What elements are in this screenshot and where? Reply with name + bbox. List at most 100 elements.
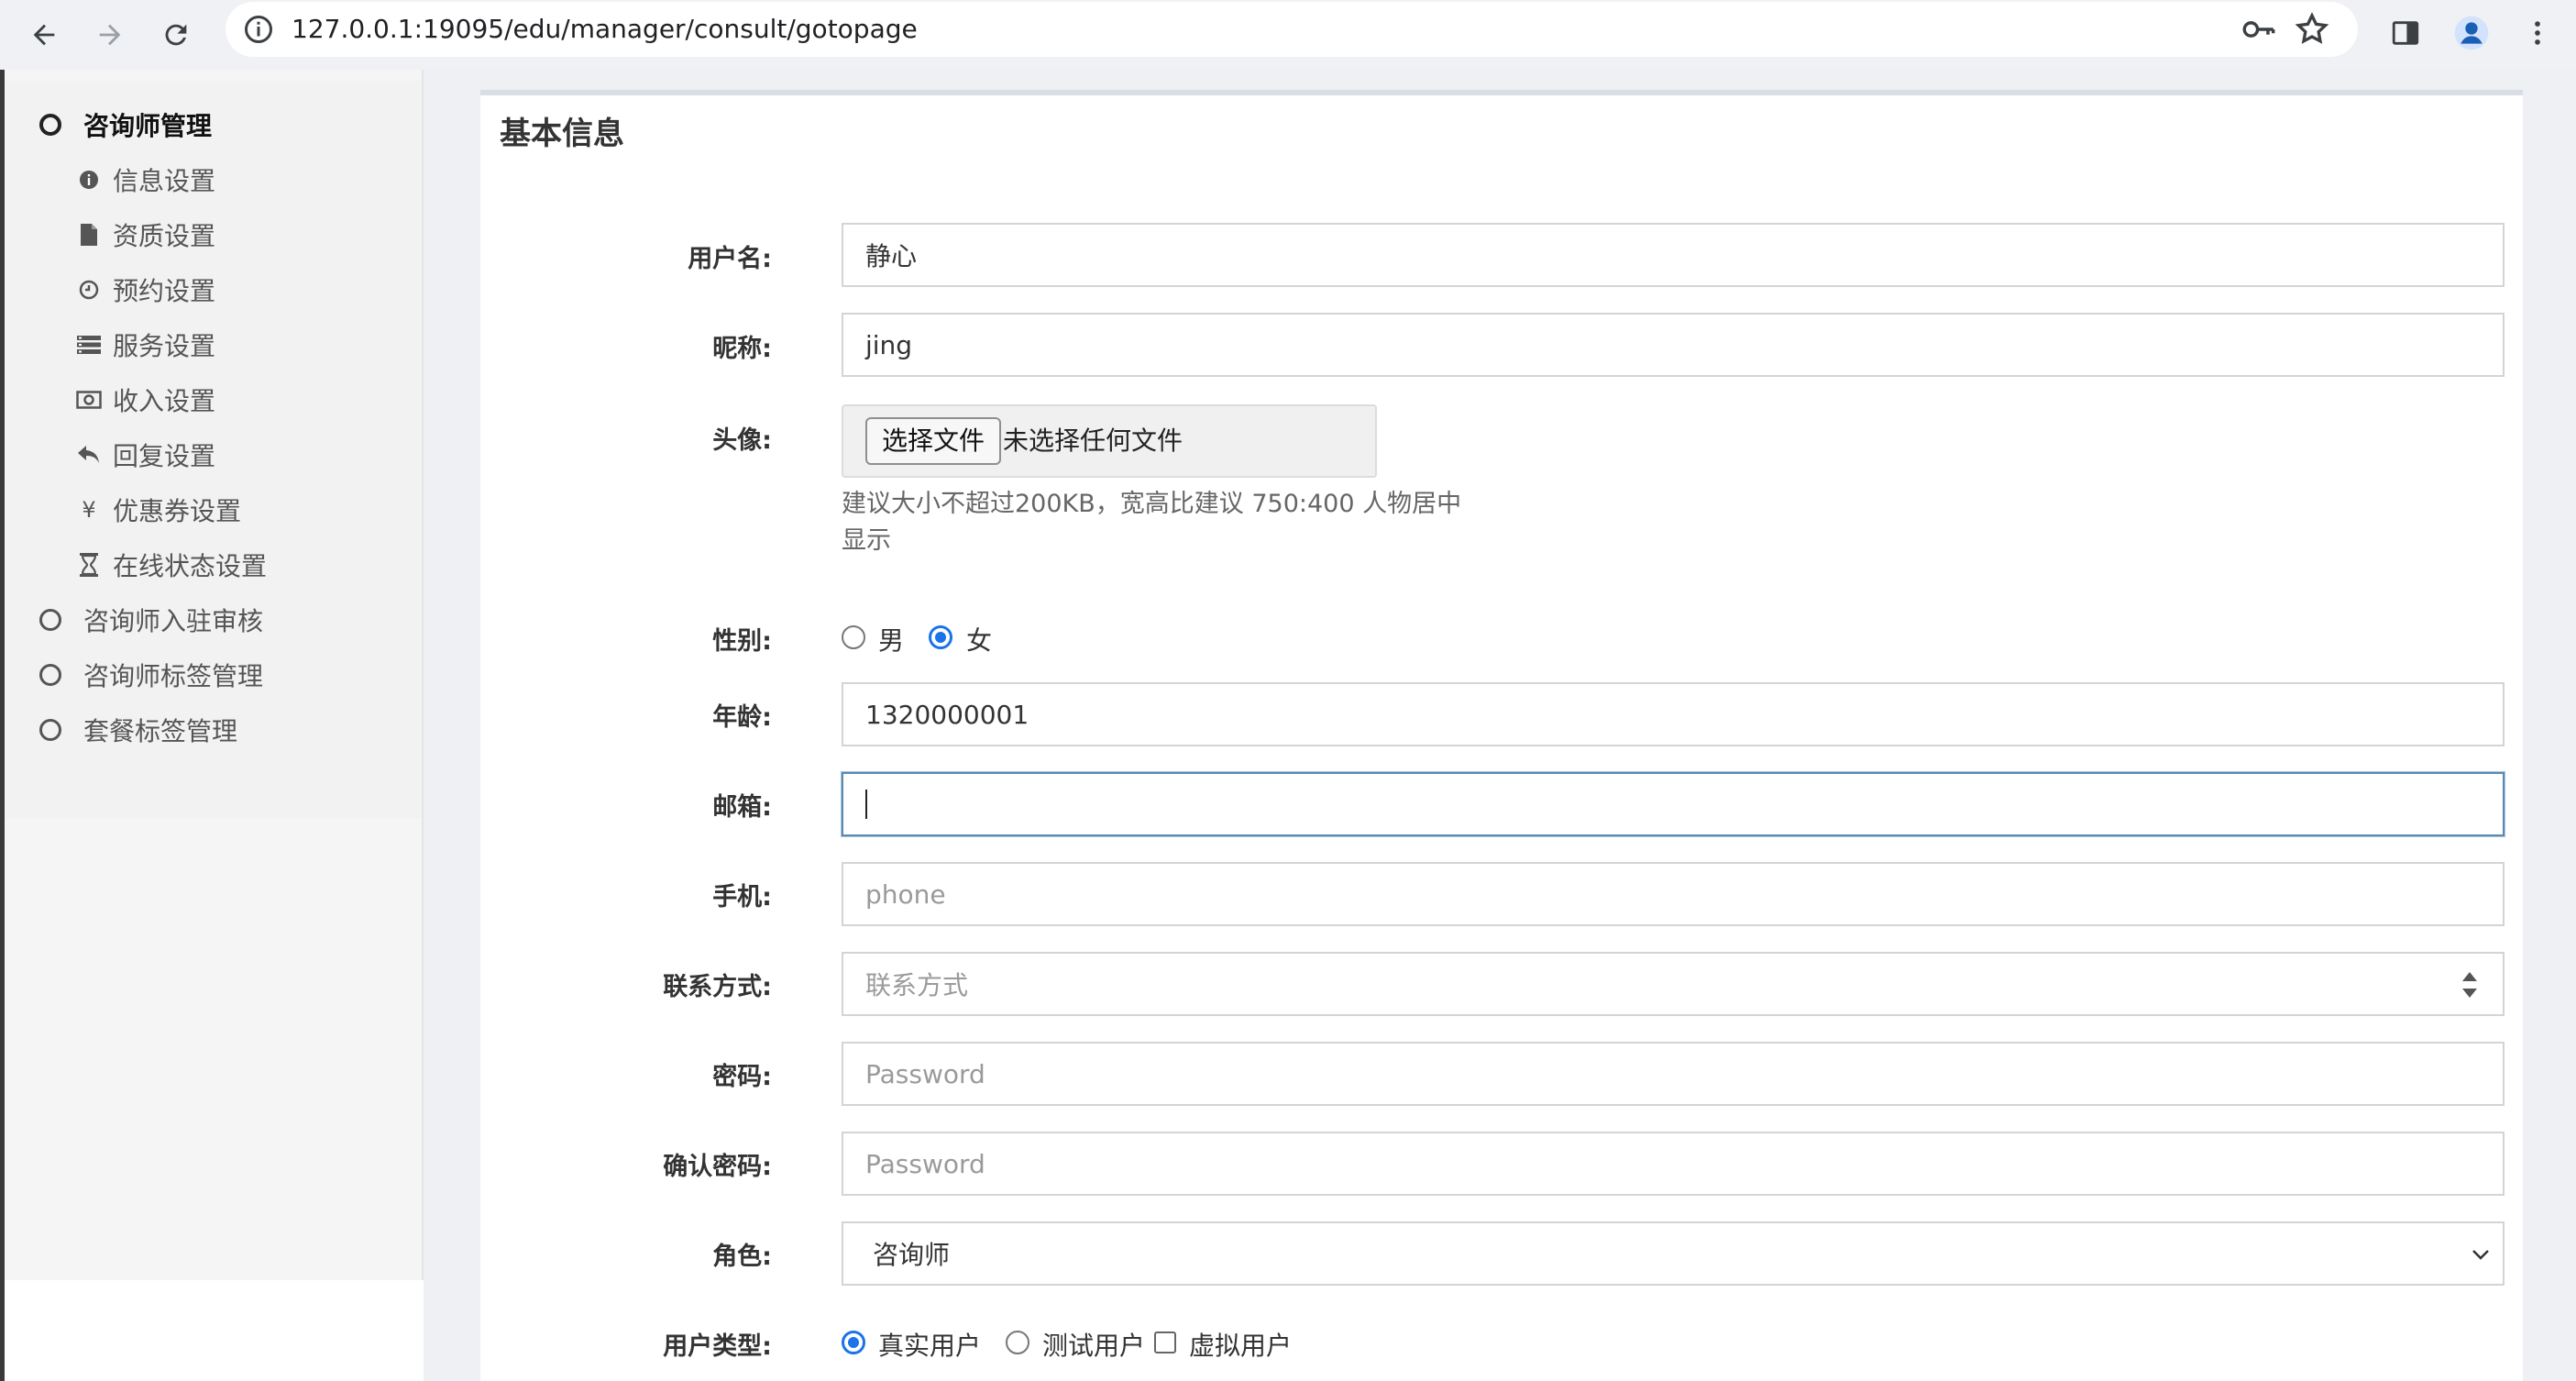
reply-icon xyxy=(76,442,102,468)
sidebar-section-label: 咨询师管理 xyxy=(83,111,213,141)
document-icon xyxy=(76,222,102,248)
side-panel-button[interactable] xyxy=(2382,9,2429,57)
sidebar-item-service-settings[interactable]: 服务设置 xyxy=(5,317,424,372)
text-caret xyxy=(865,790,867,819)
info-icon xyxy=(76,167,102,193)
user-type-virtual-label[interactable]: 虚拟用户 xyxy=(1189,1326,1292,1363)
confirm-password-field[interactable]: Password xyxy=(842,1132,2504,1196)
money-icon xyxy=(76,387,102,413)
user-type-label: 用户类型: xyxy=(663,1332,772,1361)
key-icon[interactable] xyxy=(2240,13,2277,46)
sidebar-item-reply-settings[interactable]: 回复设置 xyxy=(5,427,424,482)
star-icon[interactable] xyxy=(2294,11,2330,48)
nickname-field[interactable]: jing xyxy=(842,313,2504,377)
more-menu-button[interactable] xyxy=(2514,9,2561,57)
clock-icon xyxy=(76,277,102,303)
role-select[interactable]: 咨询师 xyxy=(842,1221,2504,1286)
side-panel-icon xyxy=(2392,21,2419,45)
sidebar-section-package-tags[interactable]: 套餐标签管理 xyxy=(5,702,424,757)
sidebar-item-label: 回复设置 xyxy=(113,441,216,471)
more-icon xyxy=(2535,21,2540,45)
user-type-real-radio[interactable] xyxy=(842,1331,865,1354)
username-label: 用户名: xyxy=(688,245,772,273)
email-field[interactable] xyxy=(842,772,2504,836)
number-spinner-icon[interactable] xyxy=(2459,970,2481,1000)
back-arrow-icon xyxy=(33,24,55,46)
sidebar-footer-area xyxy=(5,1280,424,1381)
sidebar-section-consultant-review[interactable]: 咨询师入驻审核 xyxy=(5,592,424,647)
forward-arrow-icon xyxy=(99,24,121,46)
file-status-text: 未选择任何文件 xyxy=(1003,425,1183,456)
username-field[interactable]: 静心 xyxy=(842,223,2504,287)
age-label: 年龄: xyxy=(712,703,772,732)
role-label: 角色: xyxy=(712,1243,772,1271)
confirm-password-label: 确认密码: xyxy=(663,1153,772,1181)
sidebar-item-appointment-settings[interactable]: 预约设置 xyxy=(5,262,424,317)
choose-file-button[interactable]: 选择文件 xyxy=(865,417,1002,465)
user-type-real-label[interactable]: 真实用户 xyxy=(878,1326,981,1363)
reload-button[interactable] xyxy=(152,11,200,59)
sidebar-section-label: 套餐标签管理 xyxy=(83,716,238,746)
password-label: 密码: xyxy=(712,1063,772,1091)
contact-placeholder: 联系方式 xyxy=(865,970,969,1000)
sidebar-menu: 咨询师管理 信息设置 资质设置 预约设置 服务设置 收入设置 回复设置 ¥ 优惠… xyxy=(5,81,424,818)
avatar-label: 头像: xyxy=(712,426,772,455)
circle-icon xyxy=(39,609,61,631)
gender-female-label[interactable]: 女 xyxy=(966,621,992,657)
chevron-down-icon xyxy=(2472,1250,2489,1260)
sidebar-section-label: 咨询师标签管理 xyxy=(83,661,264,691)
user-type-test-radio[interactable] xyxy=(1006,1331,1029,1354)
sidebar-item-qualification-settings[interactable]: 资质设置 xyxy=(5,207,424,262)
gender-male-label[interactable]: 男 xyxy=(878,621,904,657)
sidebar-section-label: 咨询师入驻审核 xyxy=(83,606,264,636)
nickname-label: 昵称: xyxy=(712,335,772,363)
avatar-hint: 建议大小不超过200KB，宽高比建议 750:400 人物居中 显示 xyxy=(842,486,1483,559)
sidebar-item-label: 资质设置 xyxy=(113,221,216,251)
avatar-hint-line: 显示 xyxy=(842,526,891,555)
sidebar: 咨询师管理 信息设置 资质设置 预约设置 服务设置 收入设置 回复设置 ¥ 优惠… xyxy=(5,70,424,1280)
yen-icon: ¥ xyxy=(82,497,96,523)
sidebar-section-consultant-tags[interactable]: 咨询师标签管理 xyxy=(5,647,424,702)
sidebar-item-label: 优惠券设置 xyxy=(113,496,242,526)
gender-male-radio[interactable] xyxy=(842,625,865,649)
gender-female-radio[interactable] xyxy=(929,625,952,649)
site-info-icon[interactable] xyxy=(242,13,275,46)
circle-icon xyxy=(39,114,61,136)
user-type-test-label[interactable]: 测试用户 xyxy=(1042,1326,1145,1363)
reload-icon xyxy=(165,24,187,46)
sidebar-item-info-settings[interactable]: 信息设置 xyxy=(5,152,424,207)
sidebar-item-label: 预约设置 xyxy=(113,276,216,306)
sidebar-item-online-status-settings[interactable]: 在线状态设置 xyxy=(5,537,424,592)
browser-toolbar: 127.0.0.1:19095/edu/manager/consult/goto… xyxy=(0,0,2576,70)
sidebar-item-label: 收入设置 xyxy=(113,386,216,416)
avatar-file-input[interactable]: 选择文件 未选择任何文件 xyxy=(842,404,1377,478)
hourglass-icon xyxy=(76,552,102,578)
sidebar-item-label: 在线状态设置 xyxy=(113,551,268,581)
sidebar-item-coupon-settings[interactable]: ¥ 优惠券设置 xyxy=(5,482,424,537)
sidebar-item-income-settings[interactable]: 收入设置 xyxy=(5,372,424,427)
role-selected-value: 咨询师 xyxy=(873,1240,951,1270)
phone-label: 手机: xyxy=(712,883,772,911)
gender-label: 性别: xyxy=(712,627,772,656)
email-label: 邮箱: xyxy=(712,793,772,822)
profile-button[interactable] xyxy=(2448,9,2495,57)
phone-field[interactable]: phone xyxy=(842,862,2504,926)
contact-label: 联系方式: xyxy=(663,973,772,1001)
panel-title: 基本信息 xyxy=(500,116,624,152)
profile-icon xyxy=(2454,16,2489,50)
age-field[interactable]: 1320000001 xyxy=(842,682,2504,746)
password-field[interactable]: Password xyxy=(842,1042,2504,1106)
sidebar-item-label: 信息设置 xyxy=(113,166,216,196)
sidebar-item-label: 服务设置 xyxy=(113,331,216,361)
url-text[interactable]: 127.0.0.1:19095/edu/manager/consult/goto… xyxy=(292,13,918,46)
circle-icon xyxy=(39,664,61,686)
forward-button[interactable] xyxy=(86,11,134,59)
user-type-virtual-checkbox[interactable] xyxy=(1154,1331,1176,1353)
avatar-hint-line: 建议大小不超过200KB，宽高比建议 750:400 人物居中 xyxy=(842,490,1462,518)
sidebar-section-consultant-management[interactable]: 咨询师管理 xyxy=(5,97,424,152)
circle-icon xyxy=(39,719,61,741)
contact-field[interactable]: 联系方式 xyxy=(842,952,2504,1016)
list-icon xyxy=(76,332,102,358)
back-button[interactable] xyxy=(20,11,68,59)
address-bar[interactable]: 127.0.0.1:19095/edu/manager/consult/goto… xyxy=(226,2,2358,57)
